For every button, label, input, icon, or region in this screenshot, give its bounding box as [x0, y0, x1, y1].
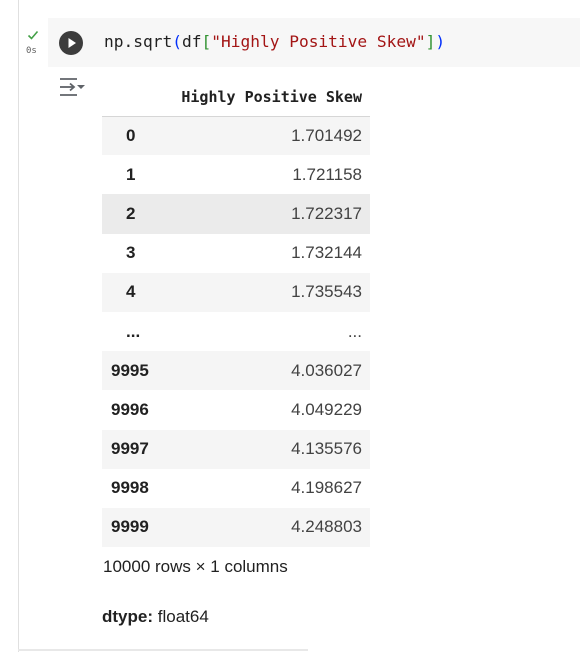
check-icon	[27, 30, 39, 40]
row-index: 3	[126, 243, 136, 263]
row-index: 9999	[102, 507, 162, 548]
dtype-label: dtype:	[102, 607, 153, 626]
row-value: ...	[347, 321, 362, 341]
table-row: 0 1.701492	[102, 116, 370, 156]
index-header	[102, 78, 162, 117]
code-string: "Highly Positive Skew"	[211, 32, 426, 51]
code-line[interactable]: np.sqrt(df["Highly Positive Skew"])	[104, 32, 445, 51]
row-index: 9997	[102, 429, 162, 469]
execution-time: 0s	[26, 46, 37, 56]
column-header: Highly Positive Skew	[162, 78, 370, 117]
code-open-paren: (	[172, 32, 182, 51]
row-value: 1.722317	[162, 194, 370, 234]
dataframe-shape: 10000 rows × 1 columns	[103, 557, 288, 576]
row-value: 1.735543	[162, 272, 370, 312]
table-row: 2 1.722317	[102, 194, 370, 234]
table-row: 1 1.721158	[102, 155, 370, 194]
code-close-paren: )	[435, 32, 446, 51]
row-value: 1.732144	[291, 243, 362, 263]
table-row: 3 1.732144	[102, 234, 370, 273]
dataframe-output: Highly Positive Skew 0 1.701492 1 1.7211…	[102, 78, 370, 548]
row-value: 4.198627	[291, 478, 362, 498]
run-play-icon	[68, 38, 76, 48]
row-index: 1	[126, 164, 136, 184]
code-function: np.sqrt	[104, 32, 173, 51]
row-value: 4.049229	[291, 399, 362, 419]
row-index: 9995	[102, 351, 162, 391]
row-index: ...	[126, 321, 141, 341]
table-header-row: Highly Positive Skew	[102, 78, 370, 117]
table-row: 9998 4.198627	[102, 469, 370, 508]
table-row: 9999 4.248803	[102, 507, 370, 548]
row-value: 1.701492	[162, 116, 370, 156]
row-index: 9996	[111, 399, 149, 419]
row-value: 4.135576	[162, 429, 370, 469]
row-index: 0	[102, 116, 162, 156]
output-actions-icon[interactable]	[57, 75, 87, 101]
table-row: 9996 4.049229	[102, 390, 370, 429]
table-row: 4 1.735543	[102, 272, 370, 312]
table-row: 9995 4.036027	[102, 351, 370, 391]
code-variable: df	[181, 32, 202, 51]
row-value: 1.721158	[292, 164, 362, 184]
code-open-bracket: [	[201, 32, 212, 51]
dtype-line: dtype: float64	[102, 607, 209, 627]
row-value: 4.036027	[162, 351, 370, 391]
table-row-ellipsis: ... ...	[102, 312, 370, 351]
cell-bottom-rule	[18, 649, 308, 651]
row-index: 2	[102, 194, 162, 234]
cell-left-rule	[18, 0, 19, 652]
dtype-value: float64	[157, 607, 209, 626]
row-index: 4	[102, 272, 162, 312]
row-value: 4.248803	[162, 507, 370, 548]
table-row: 9997 4.135576	[102, 429, 370, 469]
dataframe-table: Highly Positive Skew 0 1.701492 1 1.7211…	[102, 78, 370, 548]
row-index: 9998	[111, 478, 149, 498]
run-cell-button[interactable]	[59, 31, 83, 55]
code-close-bracket: ]	[425, 32, 436, 51]
